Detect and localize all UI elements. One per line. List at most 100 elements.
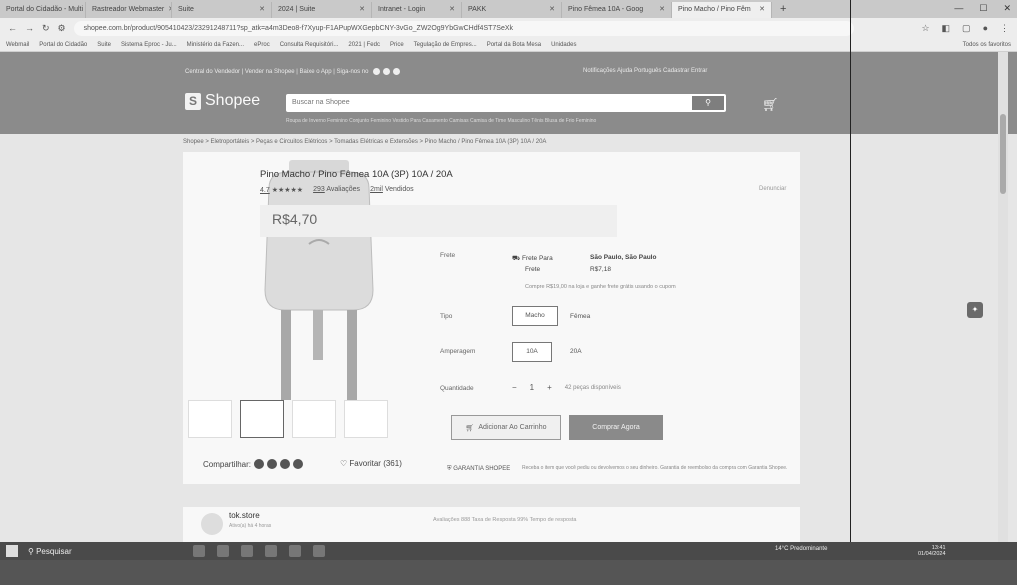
bookmark-item[interactable]: 2021 | Fedc xyxy=(348,42,380,48)
all-bookmarks-folder[interactable]: Todos os favoritos xyxy=(963,42,1011,48)
taskbar-clock[interactable]: 13:41 01/04/2024 xyxy=(918,545,946,557)
type-option-macho[interactable]: Macho xyxy=(512,306,558,326)
weather-widget[interactable]: 14°C Predominante xyxy=(775,546,827,552)
site-info-icon[interactable]: ⚙ xyxy=(58,23,66,34)
extensions-icon[interactable]: ◧ xyxy=(942,23,951,34)
type-option-femea[interactable]: Fêmea xyxy=(570,313,590,320)
sidebar-icon[interactable]: ▢ xyxy=(962,23,971,34)
tab-title: PAKK xyxy=(468,6,487,13)
breadcrumb[interactable]: Shopee > Eletroportáteis > Peças e Circu… xyxy=(183,139,546,145)
qty-value[interactable]: 1 xyxy=(530,383,534,392)
minimize-icon[interactable]: — xyxy=(954,3,963,14)
browser-tab[interactable]: Suite ✕ xyxy=(172,2,272,18)
close-icon[interactable]: ✕ xyxy=(659,2,665,18)
type-label: Tipo xyxy=(440,313,453,320)
task-view-icon[interactable] xyxy=(193,545,205,557)
close-icon[interactable]: ✕ xyxy=(259,2,265,18)
qty-plus-button[interactable]: + xyxy=(547,383,552,392)
store-avatar[interactable] xyxy=(201,513,223,535)
browser-tab[interactable]: Intranet - Login ✕ xyxy=(372,2,462,18)
product-thumbnail-active[interactable] xyxy=(240,400,284,438)
seller-links[interactable]: Central do Vendedor | Vender na Shopee |… xyxy=(185,69,368,75)
browser-tab[interactable]: PAKK ✕ xyxy=(462,2,562,18)
amperage-option-20a[interactable]: 20A xyxy=(570,348,582,355)
product-thumbnail[interactable] xyxy=(292,400,336,438)
search-input[interactable]: Buscar na Shopee xyxy=(286,94,726,112)
teams-icon[interactable] xyxy=(289,545,301,557)
product-thumbnail[interactable] xyxy=(344,400,388,438)
close-icon[interactable]: ✕ xyxy=(359,2,365,18)
browser-tab[interactable]: Pino Fêmea 10A - Goog ✕ xyxy=(562,2,672,18)
amperage-option-10a[interactable]: 10A xyxy=(512,342,552,362)
browser-tab-active[interactable]: Pino Macho / Pino Fêm ✕ xyxy=(672,2,772,18)
twitter-icon[interactable] xyxy=(293,459,304,469)
divider-line xyxy=(850,0,851,585)
page-scrollbar[interactable] xyxy=(998,52,1008,542)
report-link[interactable]: Denunciar xyxy=(759,186,786,192)
outlook-icon[interactable] xyxy=(265,545,277,557)
reload-icon[interactable]: ↻ xyxy=(42,23,50,34)
shipping-cost[interactable]: R$7,18 xyxy=(590,266,611,273)
favorite-button[interactable]: ♡ Favoritar (361) xyxy=(340,459,402,468)
file-explorer-icon[interactable] xyxy=(241,545,253,557)
close-window-icon[interactable]: ✕ xyxy=(1003,3,1011,14)
windows-start-icon[interactable] xyxy=(6,545,18,557)
profile-icon[interactable]: ● xyxy=(983,23,988,34)
close-icon[interactable]: ✕ xyxy=(759,2,765,18)
bookmark-star-icon[interactable]: ☆ xyxy=(921,23,929,34)
browser-tab[interactable]: Rastreador Webmaster✕ xyxy=(86,2,172,18)
bookmark-item[interactable]: Price xyxy=(390,42,404,48)
bookmark-item[interactable]: Ministério da Fazen... xyxy=(187,42,244,48)
menu-icon[interactable]: ⋮ xyxy=(1000,23,1009,34)
taskbar-search[interactable]: ⚲ Pesquisar xyxy=(28,547,138,556)
rating-value[interactable]: 4.7 ★★★★★ xyxy=(260,186,303,194)
back-icon[interactable]: ← xyxy=(8,23,17,33)
bookmark-item[interactable]: Tegulação de Empres... xyxy=(414,42,477,48)
cart-icon[interactable]: 🛒︎ xyxy=(762,97,779,113)
instagram-icon[interactable] xyxy=(383,68,391,75)
close-icon[interactable]: ✕ xyxy=(449,2,455,18)
excel-icon[interactable] xyxy=(313,545,325,557)
chrome-icon[interactable] xyxy=(217,545,229,557)
favorite-label: Favoritar (361) xyxy=(349,459,402,468)
address-bar-row: ← → ↻ ⚙ shopee.com.br/product/905410423/… xyxy=(0,18,1017,38)
product-thumbnail[interactable] xyxy=(188,400,232,438)
close-icon[interactable]: ✕ xyxy=(549,2,555,18)
forward-icon[interactable]: → xyxy=(25,23,34,33)
qty-minus-button[interactable]: − xyxy=(512,383,517,392)
browser-tab[interactable]: Portal do Cidadão - Multi✕ xyxy=(0,2,86,18)
pinterest-icon[interactable] xyxy=(280,459,291,469)
store-name[interactable]: tok.store xyxy=(229,511,260,520)
bookmark-item[interactable]: Portal do Cidadão xyxy=(39,42,87,48)
bookmark-item[interactable]: Portal da Bota Mesa xyxy=(487,42,541,48)
shipping-destination[interactable]: São Paulo, São Paulo xyxy=(590,254,656,261)
facebook-icon[interactable] xyxy=(267,459,278,469)
bookmark-item[interactable]: Webmail xyxy=(6,42,29,48)
buy-now-button[interactable]: Comprar Agora xyxy=(569,415,663,440)
product-image[interactable] xyxy=(249,160,389,410)
facebook-icon[interactable] xyxy=(373,68,381,75)
search-bar[interactable]: Buscar na Shopee ⚲ xyxy=(286,94,726,112)
messenger-icon[interactable] xyxy=(254,459,265,469)
ratings-row: 4.7 ★★★★★ 293 Avaliações 2mil Vendidos D… xyxy=(260,186,786,194)
maximize-icon[interactable]: ☐ xyxy=(979,3,987,14)
reviews[interactable]: 293 Avaliações xyxy=(313,186,360,194)
bookmark-item[interactable]: Sistema Eproc - Ju... xyxy=(121,42,177,48)
search-button[interactable]: ⚲ xyxy=(692,96,724,110)
browser-tab[interactable]: 2024 | Suite ✕ xyxy=(272,2,372,18)
brand-name: Shopee xyxy=(205,92,261,109)
add-to-cart-button[interactable]: 🛒︎ Adicionar Ao Carrinho xyxy=(451,415,561,440)
shopee-logo[interactable]: S Shopee xyxy=(185,92,260,110)
window-controls: — ☐ ✕ xyxy=(954,3,1011,14)
bookmark-item[interactable]: Suite xyxy=(97,42,111,48)
bookmark-item[interactable]: Consulta Requisitóri... xyxy=(280,42,339,48)
search-suggestions[interactable]: Roupa de Inverno Feminino Conjunto Femin… xyxy=(286,118,596,124)
chat-widget-icon[interactable]: ✦ xyxy=(967,302,983,318)
new-tab-button[interactable]: + xyxy=(772,3,794,15)
scrollbar-thumb[interactable] xyxy=(1000,114,1006,194)
header-account-links[interactable]: Notificações Ajuda Português Cadastrar E… xyxy=(583,68,707,74)
linkedin-icon[interactable] xyxy=(393,68,401,75)
url-field[interactable]: shopee.com.br/product/905410423/23291248… xyxy=(73,20,854,36)
bookmark-item[interactable]: Unidades xyxy=(551,42,576,48)
bookmark-item[interactable]: eProc xyxy=(254,42,270,48)
